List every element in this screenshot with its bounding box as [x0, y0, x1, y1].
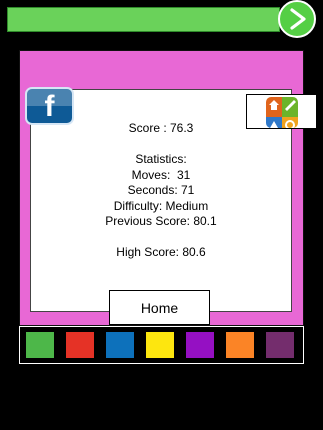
play-icon: [290, 8, 306, 30]
color-swatch-blue[interactable]: [106, 332, 134, 358]
difficulty-text: Difficulty: Medium: [113, 198, 209, 213]
facebook-share-button[interactable]: f: [25, 87, 74, 125]
play-button[interactable]: [278, 0, 316, 38]
color-swatch-yellow[interactable]: [146, 332, 174, 358]
color-swatch-plum[interactable]: [266, 332, 294, 358]
statistics-heading: Statistics:: [135, 152, 187, 166]
color-swatch-red[interactable]: [66, 332, 94, 358]
moves-text: Moves: 31: [131, 167, 191, 182]
home-button[interactable]: Home: [109, 290, 210, 325]
more-apps-button[interactable]: [266, 97, 298, 128]
color-swatch-orange[interactable]: [226, 332, 254, 358]
top-progress-bar: [7, 7, 280, 32]
high-score-text: High Score: 80.6: [116, 245, 206, 259]
app-store-icon: [266, 97, 282, 117]
results-stats: Score : 76.3 Statistics: Moves: 31 Secon…: [30, 121, 292, 261]
more-apps-frame: [246, 94, 317, 129]
seconds-text: Seconds: 71: [127, 183, 195, 197]
facebook-icon: f: [44, 90, 55, 123]
color-swatch-green[interactable]: [26, 332, 54, 358]
previous-score-text: Previous Score: 80.1: [105, 214, 217, 228]
color-swatch-purple[interactable]: [186, 332, 214, 358]
